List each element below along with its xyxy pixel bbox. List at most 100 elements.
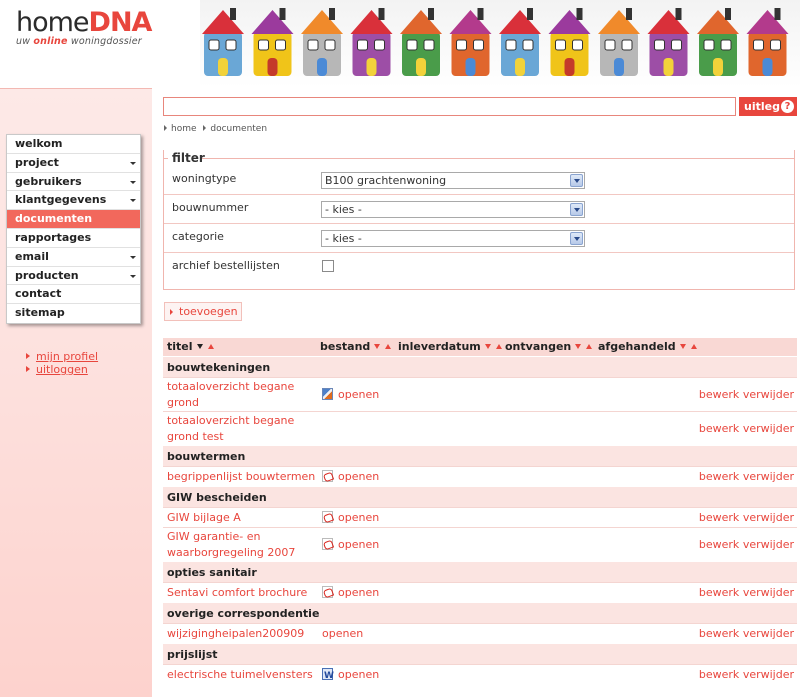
- delete-link[interactable]: verwijder: [743, 538, 794, 551]
- house-figure: [202, 8, 244, 76]
- house-window: [770, 39, 781, 51]
- delete-link[interactable]: verwijder: [743, 388, 794, 401]
- open-file-link[interactable]: openen: [322, 387, 379, 403]
- sort-asc-icon[interactable]: [207, 344, 214, 349]
- open-file-link[interactable]: openen: [322, 585, 379, 601]
- document-title-link[interactable]: Sentavi comfort brochure: [167, 585, 317, 601]
- open-file-link[interactable]: openen: [322, 537, 379, 553]
- nav-item-rapportages[interactable]: rapportages: [7, 229, 140, 248]
- sort-asc-icon[interactable]: [495, 344, 502, 349]
- homedna-logo[interactable]: homeDNA uw online woningdossier: [16, 7, 153, 48]
- search-bar: uitleg ?: [163, 97, 797, 117]
- edit-link[interactable]: bewerk: [699, 470, 739, 483]
- row-actions: bewerk verwijder: [699, 537, 794, 553]
- column-header-titel[interactable]: titel: [167, 340, 214, 353]
- house-figure: [647, 8, 690, 76]
- bouwnummer-select[interactable]: - kies -: [321, 201, 585, 218]
- search-input[interactable]: [163, 97, 736, 116]
- nav-item-email[interactable]: email: [7, 248, 140, 267]
- nav-item-label: producten: [15, 268, 79, 282]
- nav-item-project[interactable]: project: [7, 154, 140, 173]
- house-door: [614, 58, 624, 76]
- house-window: [572, 39, 583, 51]
- breadcrumb-home[interactable]: home: [171, 124, 197, 134]
- house-window: [654, 39, 665, 51]
- delete-link[interactable]: verwijder: [743, 511, 794, 524]
- edit-link[interactable]: bewerk: [699, 388, 739, 401]
- house-chimney: [230, 8, 236, 20]
- breadcrumb-documenten[interactable]: documenten: [210, 124, 267, 134]
- document-title-link[interactable]: GIW garantie- en waarborgregeling 2007: [167, 529, 297, 561]
- sort-desc-icon[interactable]: [484, 344, 491, 349]
- add-document-button[interactable]: toevoegen: [164, 302, 242, 321]
- logo-dna-text: DNA: [88, 7, 153, 38]
- help-button-label: uitleg: [744, 100, 780, 113]
- user-link-uitloggen[interactable]: uitloggen: [26, 363, 98, 376]
- document-title-link[interactable]: electrische tuimelvensters: [167, 667, 317, 683]
- column-label: afgehandeld: [598, 340, 676, 353]
- open-label: openen: [338, 470, 380, 483]
- house-figure: [350, 8, 393, 76]
- edit-link[interactable]: bewerk: [699, 668, 739, 681]
- sort-asc-icon[interactable]: [690, 344, 697, 349]
- column-header-afgehandeld[interactable]: afgehandeld: [598, 340, 697, 353]
- edit-link[interactable]: bewerk: [699, 586, 739, 599]
- nav-item-contact[interactable]: contact: [7, 285, 140, 305]
- nav-item-welkom[interactable]: welkom: [7, 135, 140, 154]
- column-header-ontvangen[interactable]: ontvangen: [505, 340, 593, 353]
- delete-link[interactable]: verwijder: [743, 627, 794, 640]
- group-row: bouwtekeningen: [163, 356, 797, 377]
- delete-link[interactable]: verwijder: [743, 586, 794, 599]
- table-row: totaaloverzicht begane grond openen bewerk…: [163, 377, 797, 411]
- nav-item-gebruikers[interactable]: gebruikers: [7, 173, 140, 192]
- sort-desc-icon[interactable]: [679, 344, 686, 349]
- column-header-bestand[interactable]: bestand: [320, 340, 392, 353]
- house-roof: [697, 10, 739, 34]
- sort-desc-icon[interactable]: [374, 344, 381, 349]
- woningtype-select[interactable]: B100 grachtenwoning: [321, 172, 585, 189]
- nav-item-sitemap[interactable]: sitemap: [7, 304, 140, 323]
- open-file-link[interactable]: openen: [322, 510, 379, 526]
- document-title-link[interactable]: begrippenlijst bouwtermen: [167, 469, 317, 485]
- sort-desc-icon[interactable]: [196, 344, 203, 349]
- nav-item-label: email: [15, 249, 49, 263]
- document-title-link[interactable]: totaaloverzicht begane grond: [167, 379, 297, 411]
- logo-home-text: home: [16, 7, 90, 38]
- group-row: opties sanitair: [163, 561, 797, 582]
- sort-asc-icon[interactable]: [586, 344, 593, 349]
- document-title-link[interactable]: GIW bijlage A: [167, 510, 317, 526]
- archief-checkbox[interactable]: [322, 260, 334, 272]
- categorie-select[interactable]: - kies -: [321, 230, 585, 247]
- document-title-link[interactable]: wijzigingheipalen200909: [167, 626, 317, 642]
- edit-link[interactable]: bewerk: [699, 511, 739, 524]
- table-row: GIW garantie- en waarborgregeling 2007 op…: [163, 527, 797, 561]
- open-file-link[interactable]: openen: [322, 469, 379, 485]
- edit-link[interactable]: bewerk: [699, 627, 739, 640]
- house-window: [720, 39, 732, 51]
- help-button[interactable]: uitleg ?: [739, 97, 797, 116]
- house-door: [366, 58, 377, 76]
- nav-item-producten[interactable]: producten: [7, 267, 140, 286]
- nav-item-documenten[interactable]: documenten: [7, 210, 140, 229]
- open-file-link[interactable]: openen: [322, 626, 363, 642]
- edit-link[interactable]: bewerk: [699, 538, 739, 551]
- edit-link[interactable]: bewerk: [699, 422, 739, 435]
- nav-item-klantgegevens[interactable]: klantgegevens: [7, 191, 140, 211]
- dropdown-arrow-icon: [570, 203, 583, 216]
- nav-item-label: contact: [15, 287, 62, 301]
- column-header-inleverdatum[interactable]: inleverdatum: [398, 340, 502, 353]
- sort-asc-icon[interactable]: [385, 344, 392, 349]
- table-row: Sentavi comfort brochure openen bewerk ver…: [163, 582, 797, 602]
- delete-link[interactable]: verwijder: [743, 470, 794, 483]
- nav-item-label: welkom: [15, 137, 63, 150]
- caret-down-icon: [130, 274, 136, 278]
- house-window: [406, 39, 418, 51]
- group-row: bouwtermen: [163, 445, 797, 466]
- document-title-link[interactable]: totaaloverzicht begane grond test: [167, 413, 297, 445]
- open-label: openen: [338, 388, 380, 401]
- sort-desc-icon[interactable]: [575, 344, 582, 349]
- delete-link[interactable]: verwijder: [743, 422, 794, 435]
- delete-link[interactable]: verwijder: [743, 668, 794, 681]
- user-link-mijn-profiel[interactable]: mijn profiel: [26, 350, 98, 363]
- open-file-link[interactable]: openen: [322, 667, 379, 684]
